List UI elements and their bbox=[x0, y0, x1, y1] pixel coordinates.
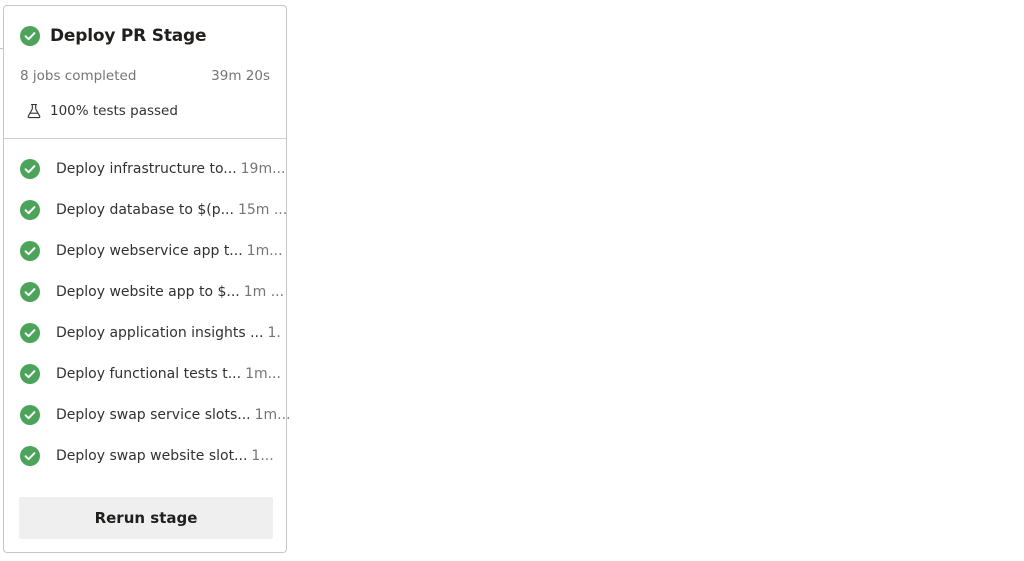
job-duration: 15m ... bbox=[237, 201, 288, 218]
stage-header: Deploy PR Stage bbox=[20, 22, 270, 50]
check-circle-icon bbox=[20, 404, 40, 425]
flask-icon bbox=[27, 103, 41, 119]
job-name: Deploy swap website slot... bbox=[56, 447, 248, 464]
check-circle-icon bbox=[20, 281, 40, 302]
tests-passed-text: 100% tests passed bbox=[50, 103, 178, 119]
job-name: Deploy swap service slots... bbox=[56, 406, 251, 423]
check-circle-icon bbox=[20, 158, 40, 179]
job-row[interactable]: Deploy database to $(p... 15m ... bbox=[20, 189, 287, 230]
check-circle-icon bbox=[20, 199, 40, 220]
job-row[interactable]: Deploy swap service slots... 1m... bbox=[20, 394, 291, 435]
check-circle-icon bbox=[20, 240, 40, 261]
job-row[interactable]: Deploy website app to $... 1m ... bbox=[20, 271, 284, 312]
job-row[interactable]: Deploy infrastructure to... 19m... bbox=[20, 148, 285, 189]
job-row[interactable]: Deploy application insights ... 1. bbox=[20, 312, 281, 353]
stage-summary: 8 jobs completed 39m 20s bbox=[20, 66, 270, 86]
job-duration: 1m... bbox=[254, 406, 291, 423]
job-row[interactable]: Deploy functional tests t... 1m... bbox=[20, 353, 281, 394]
jobs-completed-text: 8 jobs completed bbox=[20, 68, 137, 84]
job-duration: 1m ... bbox=[243, 283, 285, 300]
tests-summary[interactable]: 100% tests passed bbox=[26, 100, 270, 122]
check-circle-icon bbox=[20, 363, 40, 384]
job-duration: 19m... bbox=[240, 160, 286, 177]
stage-title: Deploy PR Stage bbox=[50, 26, 207, 46]
job-duration: 1. bbox=[267, 324, 281, 341]
job-name: Deploy application insights ... bbox=[56, 324, 264, 341]
stage-duration: 39m 20s bbox=[211, 68, 270, 84]
check-circle-icon bbox=[20, 322, 40, 343]
job-row[interactable]: Deploy webservice app t... 1m... bbox=[20, 230, 283, 271]
job-duration: 1m... bbox=[246, 242, 283, 259]
stage-details-panel: Deploy PR Stage 8 jobs completed 39m 20s… bbox=[3, 5, 291, 553]
check-circle-icon bbox=[20, 445, 40, 466]
job-duration: 1m... bbox=[245, 365, 281, 382]
job-name: Deploy webservice app t... bbox=[56, 242, 243, 259]
divider bbox=[4, 138, 286, 139]
job-duration: 1... bbox=[251, 447, 274, 464]
job-row[interactable]: Deploy swap website slot... 1... bbox=[20, 435, 274, 476]
job-name: Deploy website app to $... bbox=[56, 283, 240, 300]
job-name: Deploy functional tests t... bbox=[56, 365, 242, 382]
rerun-stage-button[interactable]: Rerun stage bbox=[19, 497, 273, 539]
job-list: Deploy infrastructure to... 19m... Deplo… bbox=[20, 148, 291, 476]
job-name: Deploy infrastructure to... bbox=[56, 160, 237, 177]
check-circle-icon bbox=[20, 26, 40, 46]
job-name: Deploy database to $(p... bbox=[56, 201, 234, 218]
